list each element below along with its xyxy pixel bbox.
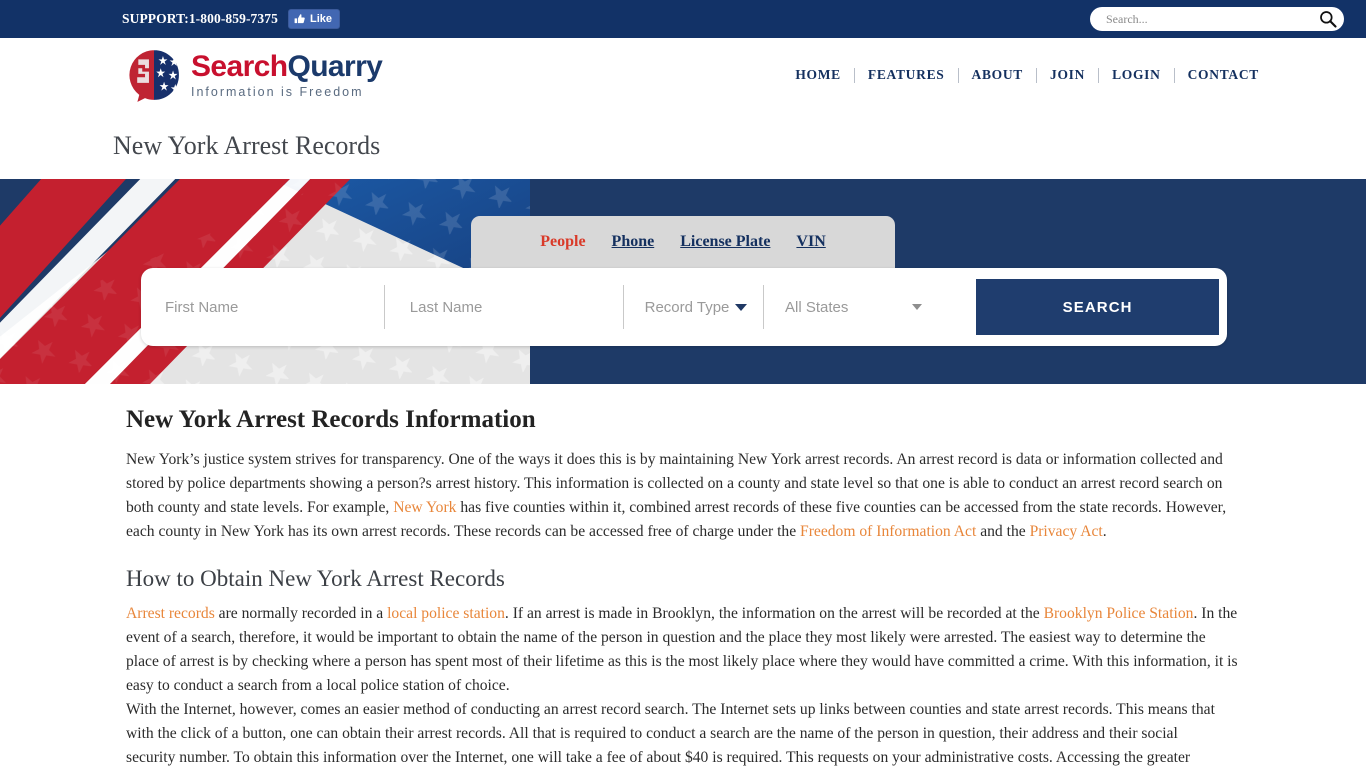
link-privacy-act[interactable]: Privacy Act [1030,523,1103,540]
article-heading: New York Arrest Records Information [126,406,536,433]
facebook-like-label: Like [309,12,332,25]
link-freedom-of-information-act[interactable]: Freedom of Information Act [800,523,976,540]
state-label: All States [784,298,849,316]
para1-text-d: . [1102,523,1107,540]
site-logo[interactable]: SearchQuarry Information is Freedom [126,47,383,103]
state-dropdown[interactable]: All States [762,279,940,335]
support-phone-text: SUPPORT:1-800-859-7375 [122,11,278,26]
logo-tagline: Information is Freedom [191,84,364,99]
thumbs-up-icon [294,13,306,25]
people-search-form: Record Type All States SEARCH [141,268,1227,346]
para1-text-c: and the [976,523,1030,540]
chevron-down-icon [912,304,923,310]
article-content: New York Arrest Records Information New … [0,384,1366,768]
logo-name: SearchQuarry [191,49,383,83]
link-arrest-records[interactable]: Arrest records [126,605,215,622]
page-title-strip: New York Arrest Records [0,112,1366,179]
link-brooklyn-police-station[interactable]: Brooklyn Police Station [1044,605,1194,622]
article-paragraph-2: Arrest records are normally recorded in … [126,602,1240,698]
topbar-left-group: SUPPORT:1-800-859-7375 Like [122,9,340,29]
link-new-york[interactable]: New York [393,499,456,516]
link-local-police-station[interactable]: local police station [387,605,505,622]
first-name-input[interactable] [163,297,384,317]
tab-people[interactable]: People [540,233,585,251]
facebook-like-button[interactable]: Like [287,9,340,29]
logo-wordmark: SearchQuarry Information is Freedom [191,49,383,99]
nav-item-home[interactable]: HOME [782,67,854,83]
para2-text-b: . If an arrest is made in Brooklyn, the … [504,605,1044,622]
logo-name-quarry: Quarry [287,49,383,83]
site-search-input[interactable] [1104,10,1318,28]
article-paragraph-1: New York’s justice system strives for tr… [126,448,1240,544]
logo-name-search: Search [191,49,288,83]
article-paragraph-4-cut-off: security number. To obtain this informat… [126,749,1191,766]
tab-phone[interactable]: Phone [612,233,655,251]
last-name-input[interactable] [407,297,623,317]
nav-item-join[interactable]: JOIN [1037,67,1098,83]
nav-item-about[interactable]: ABOUT [959,67,1037,83]
chevron-down-icon [735,303,748,311]
last-name-field[interactable] [383,279,623,335]
tab-license-plate[interactable]: License Plate [680,233,770,251]
nav-item-login[interactable]: LOGIN [1099,67,1174,83]
article-paragraph-3: With the Internet, however, comes an eas… [126,701,1215,742]
page-title: New York Arrest Records [113,130,381,160]
tab-vin[interactable]: VIN [796,233,825,251]
site-search-box[interactable] [1090,7,1344,31]
para2-text-a: are normally recorded in a [214,605,388,622]
site-masthead: SearchQuarry Information is Freedom HOME… [0,38,1366,112]
search-button[interactable]: SEARCH [976,279,1219,335]
record-type-dropdown[interactable]: Record Type [622,279,763,335]
nav-item-features[interactable]: FEATURES [855,67,958,83]
main-navigation: HOME FEATURES ABOUT JOIN LOGIN CONTACT [782,67,1272,83]
record-type-label: Record Type [644,298,730,316]
top-utility-bar: SUPPORT:1-800-859-7375 Like [0,0,1366,38]
nav-item-contact[interactable]: CONTACT [1175,67,1272,83]
searchquarry-shield-speech-bubble-icon [126,47,182,103]
first-name-field[interactable] [141,279,384,335]
search-type-tabs: People Phone License Plate VIN [471,216,895,268]
magnifying-glass-icon[interactable] [1318,9,1338,29]
article-subheading: How to Obtain New York Arrest Records [126,566,505,591]
